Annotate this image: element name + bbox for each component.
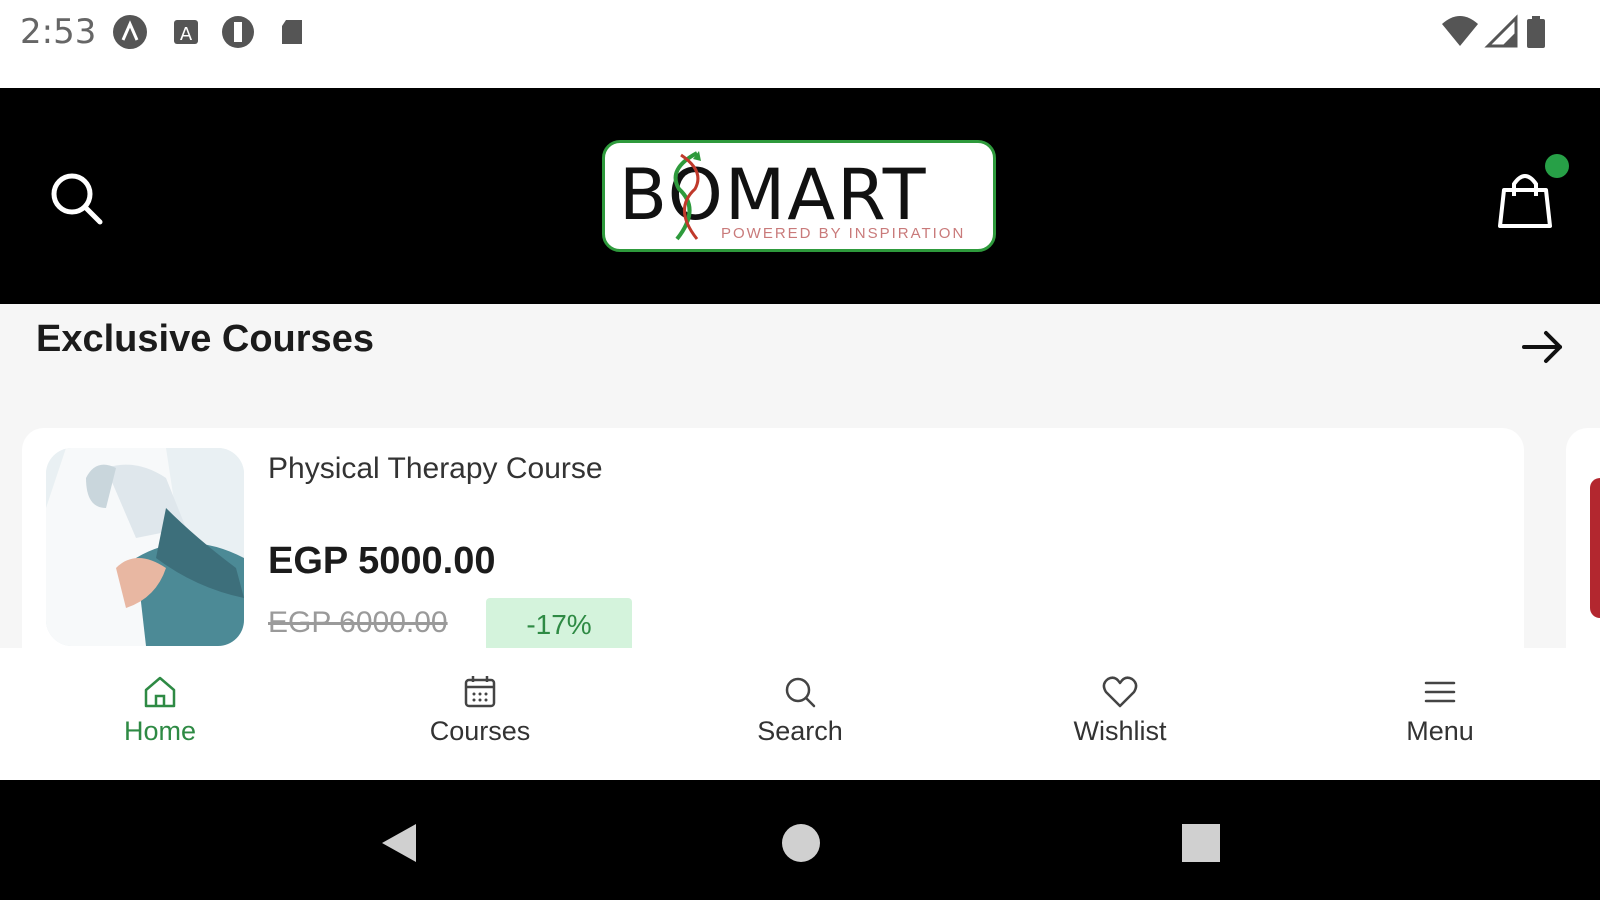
- battery-icon: [1527, 16, 1545, 48]
- next-course-card[interactable]: [1566, 428, 1600, 678]
- search-icon: [785, 677, 816, 708]
- section-title: Exclusive Courses: [36, 318, 374, 360]
- back-icon[interactable]: [376, 820, 422, 866]
- course-thumbnail: [46, 448, 244, 646]
- home-circle-icon[interactable]: [778, 820, 824, 866]
- search-icon[interactable]: [44, 166, 108, 230]
- brand-logo[interactable]: BOMART POWERED BY INSPIRATION: [602, 140, 996, 252]
- nav-wishlist-label: Wishlist: [1073, 716, 1167, 746]
- course-price: EGP 5000.00: [268, 540, 496, 582]
- nav-menu[interactable]: Menu: [1340, 672, 1540, 747]
- nav-search[interactable]: Search: [700, 672, 900, 747]
- signal-icon: [1484, 14, 1518, 48]
- calendar-icon: [464, 676, 496, 708]
- nav-wishlist[interactable]: Wishlist: [1020, 672, 1220, 747]
- cart-badge: [1545, 154, 1569, 178]
- nav-courses-label: Courses: [429, 716, 531, 746]
- course-card[interactable]: [22, 428, 1524, 678]
- nav-search-label: Search: [757, 716, 843, 746]
- recents-icon[interactable]: [1178, 820, 1224, 866]
- logo-tagline: POWERED BY INSPIRATION: [721, 225, 966, 242]
- course-old-price: EGP 6000.00: [268, 606, 448, 639]
- app-notification-icon: [113, 15, 147, 49]
- sd-card-icon: [282, 20, 302, 44]
- nav-courses[interactable]: Courses: [380, 672, 580, 747]
- nav-home-label: Home: [123, 716, 197, 746]
- heart-icon: [1102, 676, 1138, 708]
- system-navigation-bar: [0, 780, 1600, 900]
- nav-menu-label: Menu: [1406, 716, 1474, 746]
- nav-home[interactable]: Home: [60, 672, 260, 747]
- status-bar: 2:53 A: [0, 0, 1600, 88]
- sync-notification-icon: [222, 16, 254, 48]
- menu-icon: [1424, 681, 1456, 703]
- dna-helix-icon: [673, 151, 701, 241]
- app-header: BOMART POWERED BY INSPIRATION: [0, 88, 1600, 304]
- font-notification-icon: A: [174, 20, 198, 45]
- discount-badge: -17%: [486, 598, 632, 652]
- course-thumbnail-partial: [1590, 478, 1600, 618]
- svg-text:A: A: [180, 24, 193, 45]
- wifi-icon: [1442, 16, 1478, 46]
- status-time: 2:53: [20, 12, 97, 52]
- course-title: Physical Therapy Course: [268, 452, 603, 485]
- home-icon: [144, 676, 176, 708]
- bottom-navigation: Home Courses Search Wishlist Menu: [0, 648, 1600, 780]
- shopping-bag-icon[interactable]: [1492, 166, 1558, 232]
- arrow-right-icon[interactable]: [1518, 322, 1568, 372]
